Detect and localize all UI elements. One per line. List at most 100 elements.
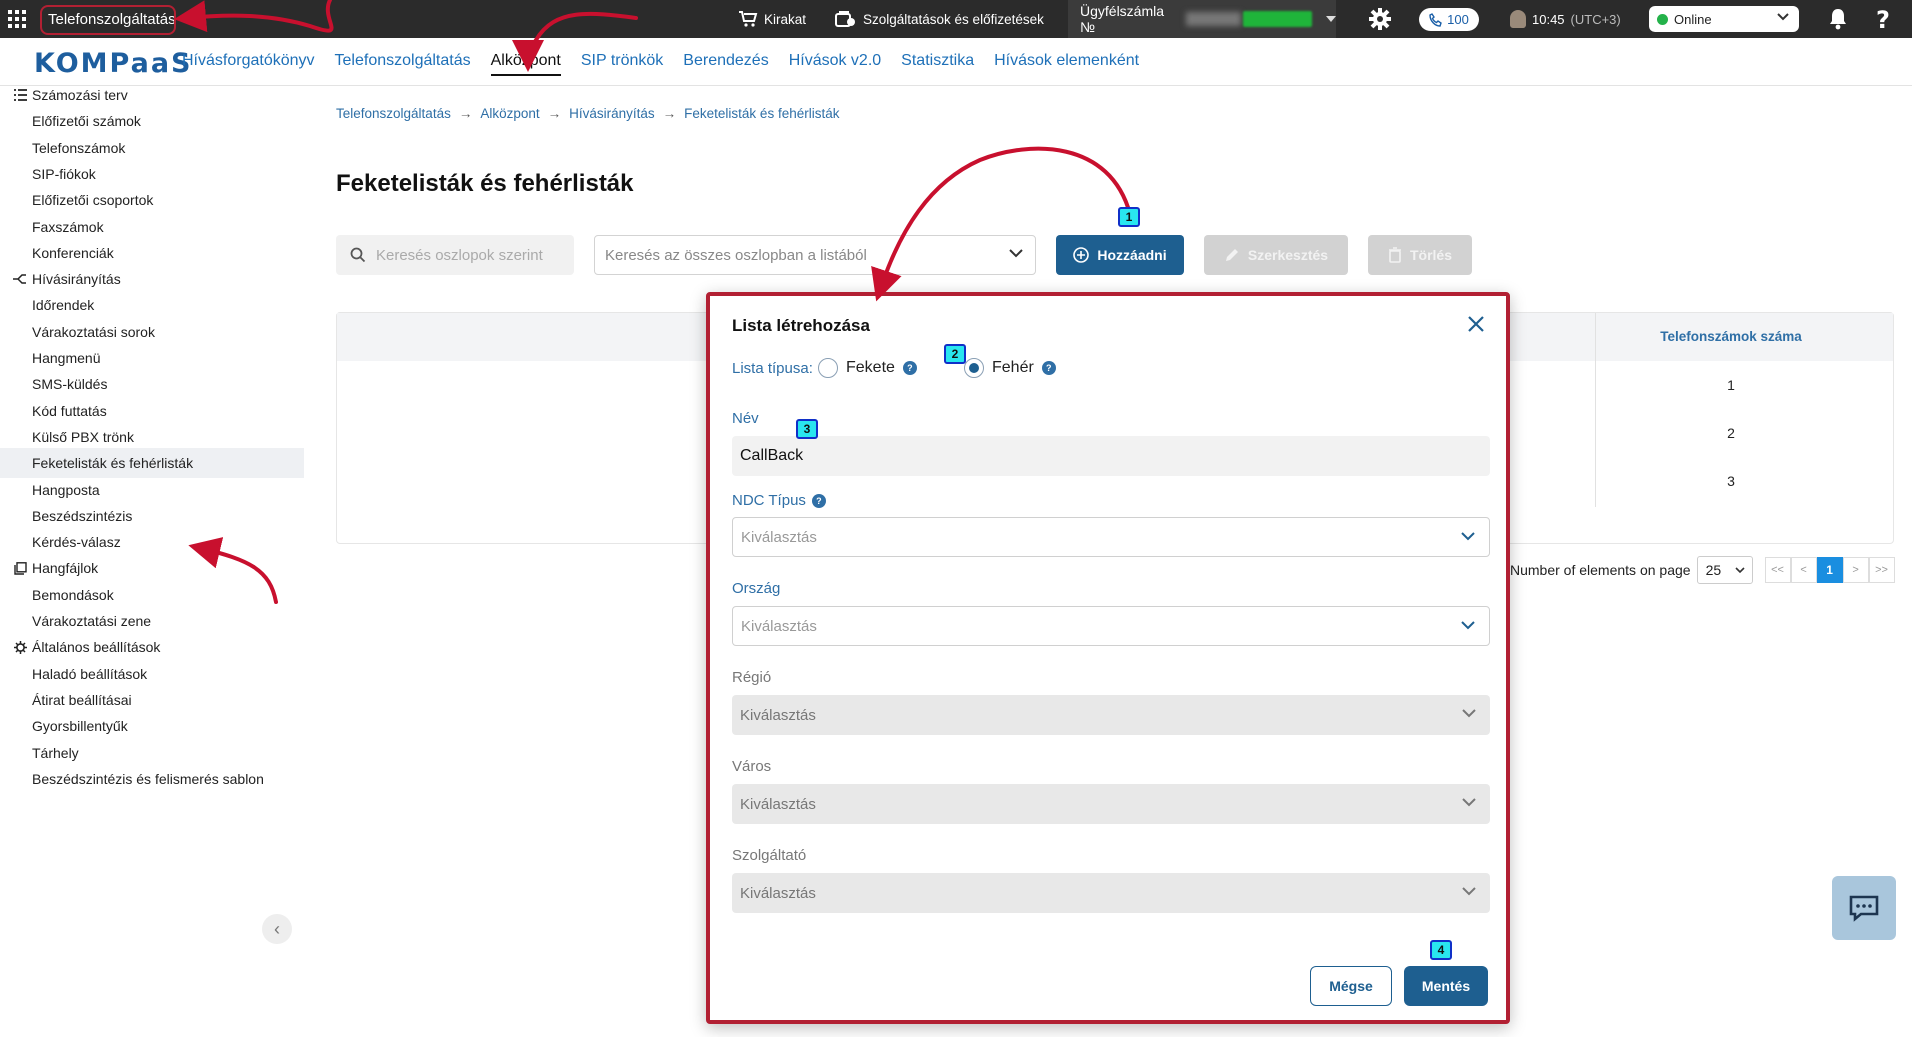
account-balance-redacted <box>1242 11 1312 27</box>
radio-black-circle[interactable] <box>818 358 838 378</box>
delete-button-label: Törlés <box>1409 247 1452 263</box>
country-label-text: Ország <box>732 580 781 597</box>
city-placeholder: Kiválasztás <box>740 795 816 813</box>
services-link[interactable]: Szolgáltatások és előfizetések <box>835 10 1044 28</box>
help-icon[interactable]: ? <box>902 361 917 375</box>
step-marker-1: 1 <box>1118 207 1140 227</box>
nav-link[interactable]: SIP trönkök <box>581 52 663 76</box>
save-button[interactable]: Mentés <box>1404 966 1488 1006</box>
step-marker-3: 3 <box>796 419 818 439</box>
active-calls-count: 100 <box>1447 12 1469 27</box>
search-columns-input[interactable]: Keresés oszlopok szerint <box>336 235 574 275</box>
chevron-down-icon <box>1009 249 1023 258</box>
radio-white-label: Fehér <box>992 359 1034 376</box>
help-icon[interactable]: ? <box>1041 361 1056 375</box>
help-icon[interactable]: ? <box>811 493 826 508</box>
chevron-down-icon <box>1462 887 1476 896</box>
region-label-text: Régió <box>732 669 772 686</box>
current-page-button[interactable]: 1 <box>1816 557 1843 583</box>
sidebar-collapse-icon[interactable]: ‹ <box>262 914 292 944</box>
plus-circle-icon <box>1073 247 1090 263</box>
chevron-down-icon <box>1461 621 1475 630</box>
edit-button-label: Szerkesztés <box>1247 247 1329 263</box>
first-page-button[interactable]: << <box>1764 557 1791 583</box>
table-row[interactable]: 2 <box>1595 425 1867 441</box>
radio-white[interactable]: Fehér ? <box>964 358 1056 378</box>
chevron-down-icon <box>1462 798 1476 807</box>
settings-gear-icon[interactable] <box>1368 7 1392 31</box>
chevron-down-icon <box>1461 532 1475 541</box>
table-row[interactable]: 1 <box>1595 377 1867 393</box>
search-all-select[interactable]: Keresés az összes oszlopban a listából <box>594 235 1036 275</box>
city-label: Város <box>732 758 771 775</box>
showcase-link[interactable]: Kirakat <box>738 10 806 28</box>
search-all-placeholder: Keresés az összes oszlopban a listából <box>605 246 867 264</box>
nav-link[interactable]: Telefonszolgáltatás <box>335 52 471 76</box>
apps-grid-icon[interactable] <box>8 10 26 28</box>
cancel-button[interactable]: Mégse <box>1310 966 1392 1006</box>
breadcrumb-item[interactable]: Feketelisták és fehérlisták <box>684 106 839 121</box>
page-size-value: 25 <box>1705 562 1722 578</box>
account-number-redacted <box>1185 12 1241 26</box>
breadcrumb-item[interactable]: Hívásirányítás <box>569 106 655 121</box>
nav-link[interactable]: Hívások elemenként <box>994 52 1139 76</box>
column-header-phone-count[interactable]: Telefonszámok száma <box>1595 329 1867 344</box>
country-select[interactable]: Kiválasztás <box>732 606 1490 646</box>
nav-link[interactable]: Berendezés <box>683 52 768 76</box>
radio-white-circle[interactable] <box>964 358 984 378</box>
add-button[interactable]: Hozzáadni <box>1056 235 1184 275</box>
account-selector[interactable]: Ügyfélszámla № <box>1068 0 1336 38</box>
edit-button[interactable]: Szerkesztés <box>1204 235 1348 275</box>
trash-icon <box>1388 247 1401 263</box>
next-page-button[interactable]: > <box>1842 557 1869 583</box>
nav-link[interactable]: Statisztika <box>901 52 974 76</box>
table-row[interactable]: 3 <box>1595 473 1867 489</box>
chevron-down-icon <box>1777 13 1789 21</box>
kompaas-logo[interactable]: KOMPaaS <box>34 48 192 79</box>
list-type-label: Lista típusa: <box>732 360 813 377</box>
last-page-button[interactable]: >> <box>1868 557 1895 583</box>
chevron-down-icon <box>1326 16 1336 22</box>
modal-title: Lista létrehozása <box>732 316 870 335</box>
nav-link[interactable]: Hívásforgatókönyv <box>182 52 315 76</box>
country-placeholder: Kiválasztás <box>741 617 817 635</box>
routing-icon <box>12 271 28 287</box>
delete-button[interactable]: Törlés <box>1368 235 1472 275</box>
name-input[interactable]: CallBack <box>732 436 1490 476</box>
city-label-text: Város <box>732 758 772 775</box>
user-avatar[interactable] <box>1510 10 1526 28</box>
nav-links: Hívásforgatókönyv Telefonszolgáltatás Alkö… <box>182 52 1159 76</box>
sidebar-item[interactable]: Beszédszintézis és felismerés sablon <box>0 764 304 794</box>
page-title: Feketelisták és fehérlisták <box>336 170 634 197</box>
radio-black[interactable]: Fekete ? <box>818 358 917 378</box>
prev-page-button[interactable]: < <box>1790 557 1817 583</box>
add-button-label: Hozzáadni <box>1097 247 1167 263</box>
time-label: 10:45 <box>1532 11 1565 27</box>
status-select[interactable]: Online <box>1649 6 1799 32</box>
help-icon[interactable]: ? <box>1876 6 1890 34</box>
status-label: Online <box>1674 11 1712 27</box>
top-bar: Telefonszolgáltatás Kirakat Szolgáltatás… <box>0 0 1912 38</box>
phone-icon <box>1429 12 1442 27</box>
nav-link[interactable]: Alközpont <box>490 52 561 76</box>
breadcrumb-arrow-icon: → <box>662 106 677 121</box>
chevron-down-icon <box>1735 566 1745 573</box>
showcase-label: Kirakat <box>764 11 807 27</box>
page-size-select[interactable]: 25 <box>1696 556 1753 584</box>
region-label: Régió <box>732 669 771 686</box>
sidebar-section-label: Számozási terv <box>32 87 128 103</box>
chat-button[interactable] <box>1832 876 1896 940</box>
nav-link[interactable]: Hívások v2.0 <box>789 52 881 76</box>
breadcrumb-item[interactable]: Telefonszolgáltatás <box>336 106 451 121</box>
step-marker-4: 4 <box>1430 940 1452 960</box>
ndc-type-select[interactable]: Kiválasztás <box>732 517 1490 557</box>
close-icon[interactable] <box>1466 314 1486 334</box>
ndc-type-label-text: NDC Típus <box>732 492 806 509</box>
search-columns-placeholder: Keresés oszlopok szerint <box>376 246 543 264</box>
radio-black-label: Fekete <box>846 359 895 376</box>
active-calls-badge[interactable]: 100 <box>1419 8 1479 31</box>
create-list-modal: Lista létrehozása Lista típusa: Fekete ?… <box>706 292 1510 1024</box>
breadcrumb: Telefonszolgáltatás → Alközpont → Hívásirány… <box>336 106 839 121</box>
notifications-bell-icon[interactable] <box>1828 8 1848 30</box>
breadcrumb-item[interactable]: Alközpont <box>480 106 539 121</box>
